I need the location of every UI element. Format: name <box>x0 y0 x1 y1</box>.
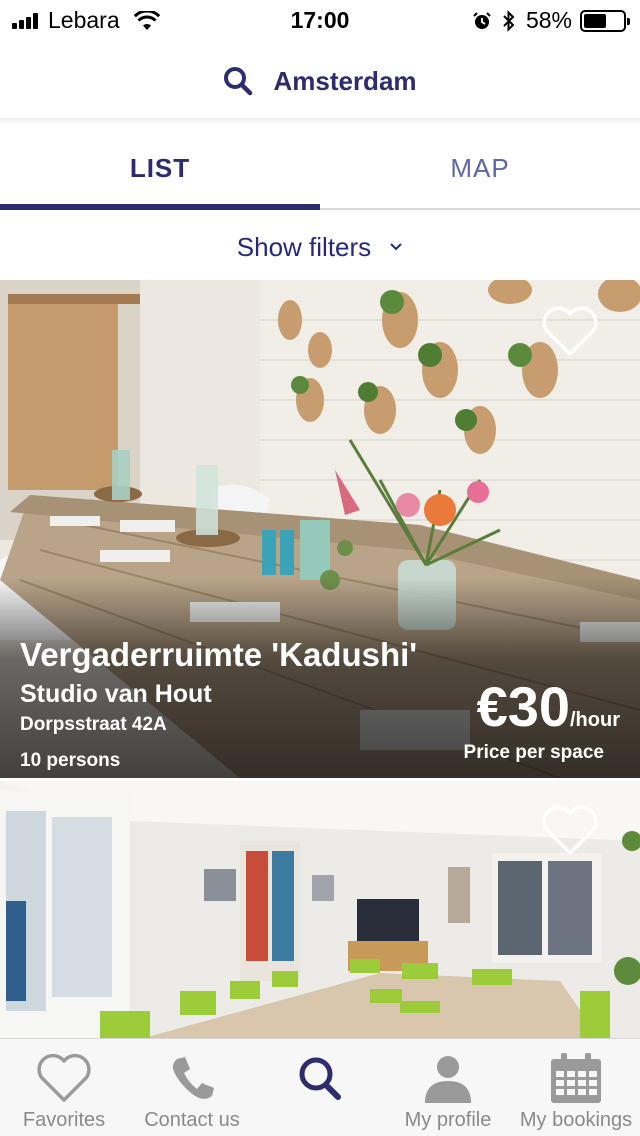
tab-map[interactable]: MAP <box>320 128 640 208</box>
status-bar: Lebara 17:00 58% <box>0 0 640 40</box>
nav-label: My profile <box>404 1109 492 1131</box>
search-header[interactable]: Amsterdam <box>0 52 640 110</box>
favorite-heart-icon[interactable] <box>540 304 600 358</box>
search-icon <box>299 1057 341 1100</box>
listing-card[interactable]: Vergaderruimte 'Kadushi' Studio van Hout… <box>0 280 640 778</box>
status-right: 58% <box>472 7 630 34</box>
nav-label: Favorites <box>22 1109 106 1131</box>
nav-label: Contact us <box>144 1109 240 1131</box>
header-shadow <box>0 118 640 124</box>
nav-my-bookings[interactable]: My bookings <box>512 1039 640 1136</box>
nav-contact-us[interactable]: Contact us <box>128 1039 256 1136</box>
calendar-icon <box>551 1053 601 1103</box>
nav-my-profile[interactable]: My profile <box>384 1039 512 1136</box>
nav-search[interactable] <box>256 1039 384 1136</box>
show-filters-label: Show filters <box>236 231 372 262</box>
nav-label: My bookings <box>519 1109 633 1131</box>
battery-icon <box>580 9 630 32</box>
listing-price: €30/hour <box>477 674 620 739</box>
listing-title: Vergaderruimte 'Kadushi' <box>20 636 418 673</box>
listing-info: Vergaderruimte 'Kadushi' Studio van Hout… <box>0 578 640 778</box>
tab-list[interactable]: LIST <box>0 128 320 210</box>
show-filters-button[interactable]: Show filters <box>0 220 640 274</box>
listing-capacity: 10 persons <box>20 750 121 771</box>
listing-card[interactable] <box>0 781 640 1039</box>
bottom-navigation: Favorites Contact us My profile My booki… <box>0 1038 640 1136</box>
price-note: Price per space <box>463 742 604 763</box>
alarm-icon <box>473 11 491 29</box>
heart-icon <box>37 1053 91 1102</box>
listing-venue: Studio van Hout <box>20 680 212 708</box>
phone-icon <box>172 1057 214 1099</box>
chevron-down-icon <box>390 243 402 251</box>
bluetooth-icon <box>503 9 515 32</box>
user-icon <box>425 1056 471 1103</box>
search-location[interactable]: Amsterdam <box>273 66 416 97</box>
nav-favorites[interactable]: Favorites <box>0 1039 128 1136</box>
view-tabs: LIST MAP <box>0 128 640 210</box>
price-unit: /hour <box>570 709 620 731</box>
battery-percentage: 58% <box>525 7 572 33</box>
search-icon <box>224 67 253 96</box>
listing-address: Dorpsstraat 42A <box>20 714 167 735</box>
price-amount: €30 <box>476 675 570 738</box>
favorite-heart-icon[interactable] <box>540 803 600 857</box>
